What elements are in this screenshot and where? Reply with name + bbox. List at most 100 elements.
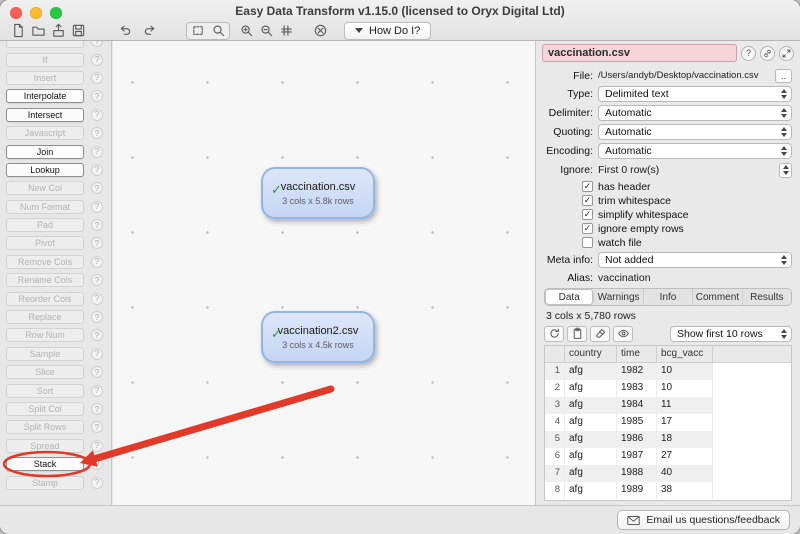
transform-help-icon[interactable]: ? [91, 311, 103, 323]
canvas-node-vaccination-csv[interactable]: ✓vaccination.csv3 cols x 5.8k rows [261, 167, 375, 219]
table-row[interactable]: 8afg198938 [545, 482, 791, 499]
transform-button-join[interactable]: Join [6, 145, 84, 159]
cell: afg [565, 465, 617, 482]
option-has-header[interactable]: ✓has header [582, 180, 800, 193]
table-row[interactable]: 6afg198727 [545, 448, 791, 465]
table-row[interactable]: 2afg198310 [545, 380, 791, 397]
checkbox[interactable]: ✓ [582, 223, 593, 234]
table-row[interactable]: 7afg198840 [545, 465, 791, 482]
column-header-country[interactable]: country [565, 346, 617, 362]
transform-button-interpolate[interactable]: Interpolate [6, 89, 84, 103]
transform-help-icon[interactable]: ? [91, 421, 103, 433]
zoom-window-button[interactable] [50, 7, 62, 19]
email-feedback-button[interactable]: Email us questions/feedback [617, 510, 790, 530]
transform-help-icon[interactable]: ? [91, 219, 103, 231]
quoting-select[interactable]: Automatic [598, 124, 792, 140]
transform-help-icon[interactable]: ? [91, 274, 103, 286]
transform-help-icon[interactable]: ? [91, 164, 103, 176]
canvas-node-vaccination2-csv[interactable]: ✓vaccination2.csv3 cols x 4.5k rows [261, 311, 375, 363]
how-do-i-button[interactable]: How Do I? [344, 22, 431, 40]
refresh-icon[interactable] [544, 326, 564, 342]
node-name-field[interactable]: vaccination.csv [542, 44, 737, 62]
close-window-button[interactable] [10, 7, 22, 19]
table-row[interactable]: 4afg198517 [545, 414, 791, 431]
transform-help-icon[interactable]: ? [91, 90, 103, 102]
transform-help-icon[interactable]: ? [91, 385, 103, 397]
redo-icon[interactable] [140, 22, 160, 39]
transform-help-icon[interactable]: ? [91, 403, 103, 415]
transform-help-icon[interactable]: ? [91, 256, 103, 268]
transform-help-icon[interactable]: ? [91, 201, 103, 213]
export-icon[interactable] [48, 22, 68, 39]
transform-button-stack[interactable]: Stack [6, 457, 84, 471]
transform-help-icon[interactable]: ? [91, 146, 103, 158]
transform-help-icon[interactable]: ? [91, 329, 103, 341]
meta-info-select[interactable]: Not added [598, 252, 792, 268]
transform-help-icon[interactable]: ? [91, 458, 103, 470]
link-icon[interactable] [760, 46, 775, 61]
option-ignore-empty-rows[interactable]: ✓ignore empty rows [582, 222, 800, 235]
save-icon[interactable] [68, 22, 88, 39]
table-row[interactable]: 1afg198210 [545, 363, 791, 380]
transform-help-icon[interactable]: ? [91, 293, 103, 305]
transform-help-icon[interactable]: ? [91, 237, 103, 249]
column-header-time[interactable]: time [617, 346, 657, 362]
transform-help-icon[interactable]: ? [91, 109, 103, 121]
checkbox[interactable]: ✓ [582, 181, 593, 192]
transform-help-icon[interactable]: ? [91, 127, 103, 139]
column-header-bcg-vacc[interactable]: bcg_vacc [657, 346, 713, 362]
open-folder-icon[interactable] [28, 22, 48, 39]
new-file-icon[interactable] [8, 22, 28, 39]
checkbox[interactable]: ✓ [582, 209, 593, 220]
transform-help-icon[interactable]: ? [91, 440, 103, 452]
zoom-in-icon[interactable] [236, 22, 256, 39]
tab-comment[interactable]: Comment [693, 289, 742, 305]
browse-button[interactable]: .. [775, 69, 792, 83]
checkbox[interactable]: ✓ [582, 195, 593, 206]
ignore-stepper[interactable] [779, 163, 792, 178]
zoom-tool-icon[interactable] [208, 22, 228, 39]
transform-help-icon[interactable]: ? [91, 182, 103, 194]
type-select[interactable]: Delimited text [598, 86, 792, 102]
type-row: Type:Delimited text [542, 86, 792, 102]
table-row[interactable]: 3afg198411 [545, 397, 791, 414]
option-simplify-whitespace[interactable]: ✓simplify whitespace [582, 208, 800, 221]
transform-help-icon[interactable]: ? [91, 54, 103, 66]
cancel-icon[interactable] [310, 22, 330, 39]
transform-row: ? [0, 41, 111, 50]
transform-help-icon[interactable]: ? [91, 72, 103, 84]
delimiter-select[interactable]: Automatic [598, 105, 792, 121]
inspector-tabs: DataWarningsInfoCommentResults [544, 288, 792, 306]
row-number: 6 [545, 448, 565, 465]
transform-row: Join? [0, 142, 111, 160]
transform-help-icon[interactable]: ? [91, 366, 103, 378]
tab-results[interactable]: Results [743, 289, 791, 305]
transform-button-lookup[interactable]: Lookup [6, 163, 84, 177]
checkbox[interactable] [582, 237, 593, 248]
undo-icon[interactable] [114, 22, 134, 39]
encoding-select[interactable]: Automatic [598, 143, 792, 159]
show-rows-select[interactable]: Show first 10 rows [670, 326, 792, 342]
minimize-window-button[interactable] [30, 7, 42, 19]
transform-button-intersect[interactable]: Intersect [6, 108, 84, 122]
option-watch-file[interactable]: watch file [582, 236, 800, 249]
grid-icon[interactable] [276, 22, 296, 39]
transform-button-slice: Slice [6, 365, 84, 379]
option-trim-whitespace[interactable]: ✓trim whitespace [582, 194, 800, 207]
transform-help-icon[interactable]: ? [91, 348, 103, 360]
eraser-icon[interactable] [590, 326, 610, 342]
canvas[interactable]: ✓vaccination.csv3 cols x 5.8k rows ✓vacci… [113, 41, 535, 505]
fullscreen-icon[interactable] [779, 46, 794, 61]
table-row[interactable]: 5afg198618 [545, 431, 791, 448]
transform-help-icon[interactable]: ? [91, 41, 103, 47]
tab-data[interactable]: Data [545, 289, 594, 305]
eye-icon[interactable] [613, 326, 633, 342]
zoom-out-icon[interactable] [256, 22, 276, 39]
select-value: Automatic [605, 145, 652, 157]
tab-warnings[interactable]: Warnings [594, 289, 643, 305]
help-icon[interactable]: ? [741, 46, 756, 61]
transform-help-icon[interactable]: ? [91, 477, 103, 489]
tab-info[interactable]: Info [644, 289, 693, 305]
copy-icon[interactable] [567, 326, 587, 342]
select-tool-icon[interactable] [188, 22, 208, 39]
